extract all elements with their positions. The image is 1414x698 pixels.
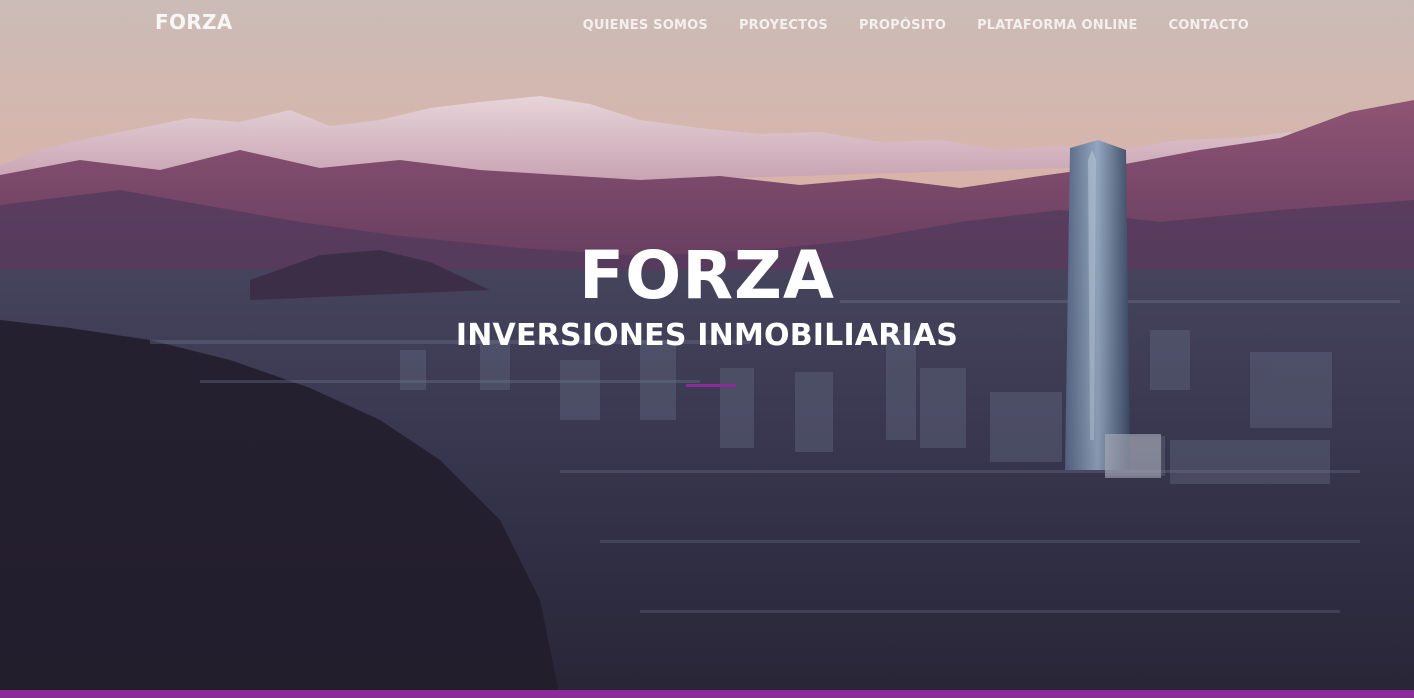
nav-link-plataforma-online[interactable]: PLATAFORMA ONLINE	[977, 18, 1137, 33]
top-navbar: FORZA QUIENES SOMOS PROYECTOS PROPÓSITO …	[0, 0, 1414, 46]
nav-item-proposito: PROPÓSITO	[859, 14, 946, 33]
nav-link-quienes-somos[interactable]: QUIENES SOMOS	[583, 18, 708, 33]
nav-item-plataforma-online: PLATAFORMA ONLINE	[977, 14, 1137, 33]
hero-subtitle: INVERSIONES INMOBILIARIAS	[455, 318, 959, 353]
hero-divider	[686, 384, 736, 387]
nav-link-proyectos[interactable]: PROYECTOS	[739, 18, 828, 33]
hero-title: FORZA	[579, 237, 835, 314]
brand-logo-link[interactable]: FORZA	[155, 10, 233, 34]
nav-menu: QUIENES SOMOS PROYECTOS PROPÓSITO PLATAF…	[583, 14, 1249, 33]
nav-link-contacto[interactable]: CONTACTO	[1169, 18, 1249, 33]
hero-heading-block: FORZA INVERSIONES INMOBILIARIAS	[0, 238, 1414, 354]
bottom-accent-bar	[0, 690, 1414, 698]
nav-item-quienes-somos: QUIENES SOMOS	[583, 14, 708, 33]
nav-item-proyectos: PROYECTOS	[739, 14, 828, 33]
nav-link-proposito[interactable]: PROPÓSITO	[859, 18, 946, 33]
nav-item-contacto: CONTACTO	[1169, 14, 1249, 33]
